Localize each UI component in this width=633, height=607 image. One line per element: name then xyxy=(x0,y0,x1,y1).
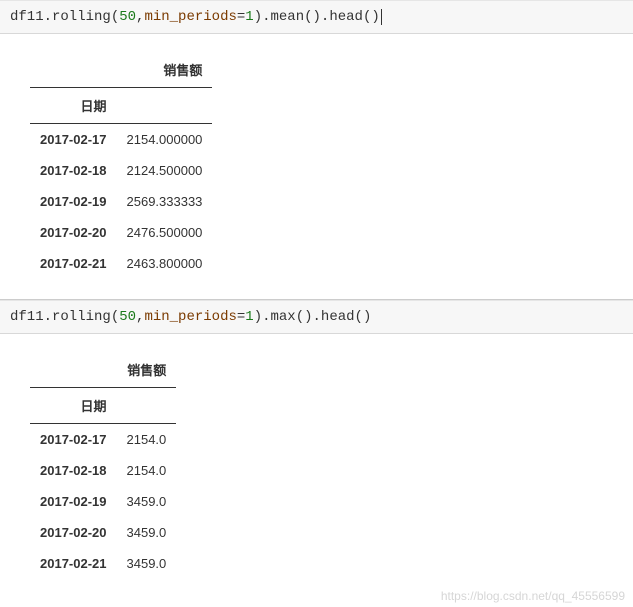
table-row: 2017-02-20 2476.500000 xyxy=(30,217,212,248)
notebook-fragment: df11.rolling(50,min_periods=1).mean().he… xyxy=(0,0,633,607)
table-row: 2017-02-17 2154.0 xyxy=(30,424,176,456)
table-row: 2017-02-18 2124.500000 xyxy=(30,155,212,186)
column-header: 销售额 xyxy=(117,52,213,88)
text-cursor xyxy=(381,9,382,25)
cell-value: 3459.0 xyxy=(117,517,177,548)
code-cell-1[interactable]: df11.rolling(50,min_periods=1).mean().he… xyxy=(0,0,633,34)
row-index: 2017-02-17 xyxy=(30,424,117,456)
row-index: 2017-02-17 xyxy=(30,124,117,156)
cell-value: 3459.0 xyxy=(117,548,177,579)
cell-value: 2124.500000 xyxy=(117,155,213,186)
output-area-2: 销售额 日期 2017-02-17 2154.0 2017-02-18 2154… xyxy=(0,334,633,599)
cell-value: 2154.000000 xyxy=(117,124,213,156)
cell-value: 2154.0 xyxy=(117,424,177,456)
row-index: 2017-02-18 xyxy=(30,455,117,486)
table-row: 2017-02-19 2569.333333 xyxy=(30,186,212,217)
row-index: 2017-02-20 xyxy=(30,217,117,248)
row-index: 2017-02-19 xyxy=(30,486,117,517)
table-row: 2017-02-20 3459.0 xyxy=(30,517,176,548)
blank-header xyxy=(117,88,213,124)
blank-header xyxy=(117,388,177,424)
output-area-1: 销售额 日期 2017-02-17 2154.000000 2017-02-18… xyxy=(0,34,633,299)
column-header: 销售额 xyxy=(117,352,177,388)
row-index: 2017-02-21 xyxy=(30,548,117,579)
row-index: 2017-02-20 xyxy=(30,517,117,548)
blank-corner xyxy=(30,352,117,388)
cell-value: 2463.800000 xyxy=(117,248,213,279)
dataframe-table-2: 销售额 日期 2017-02-17 2154.0 2017-02-18 2154… xyxy=(30,352,176,579)
code-text: df11.rolling(50,min_periods=1).mean().he… xyxy=(10,9,380,25)
index-name: 日期 xyxy=(30,88,117,124)
table-row: 2017-02-17 2154.000000 xyxy=(30,124,212,156)
blank-corner xyxy=(30,52,117,88)
cell-value: 2476.500000 xyxy=(117,217,213,248)
code-cell-2[interactable]: df11.rolling(50,min_periods=1).max().hea… xyxy=(0,300,633,334)
table-row: 2017-02-21 2463.800000 xyxy=(30,248,212,279)
cell-value: 2154.0 xyxy=(117,455,177,486)
cell-value: 3459.0 xyxy=(117,486,177,517)
table-row: 2017-02-18 2154.0 xyxy=(30,455,176,486)
dataframe-table-1: 销售额 日期 2017-02-17 2154.000000 2017-02-18… xyxy=(30,52,212,279)
table-row: 2017-02-19 3459.0 xyxy=(30,486,176,517)
cell-value: 2569.333333 xyxy=(117,186,213,217)
code-text: df11.rolling(50,min_periods=1).max().hea… xyxy=(10,309,371,325)
row-index: 2017-02-19 xyxy=(30,186,117,217)
row-index: 2017-02-18 xyxy=(30,155,117,186)
table-row: 2017-02-21 3459.0 xyxy=(30,548,176,579)
row-index: 2017-02-21 xyxy=(30,248,117,279)
index-name: 日期 xyxy=(30,388,117,424)
